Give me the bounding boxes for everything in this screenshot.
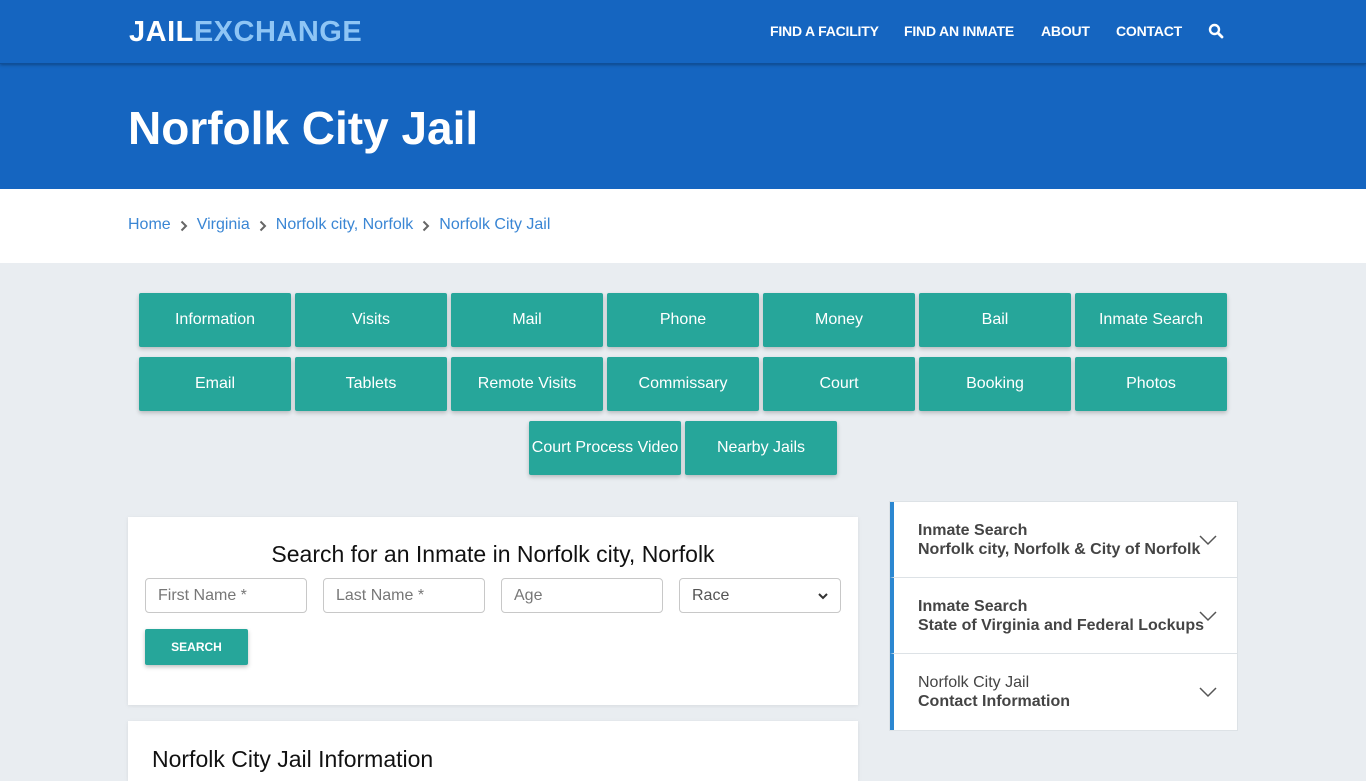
topic-button-court[interactable]: Court [763,357,915,411]
topic-button-visits[interactable]: Visits [295,293,447,347]
race-select[interactable]: Race [679,578,841,613]
topic-button-phone[interactable]: Phone [607,293,759,347]
topic-button-commissary[interactable]: Commissary [607,357,759,411]
search-button[interactable]: SEARCH [145,629,248,665]
topic-button-mail[interactable]: Mail [451,293,603,347]
topic-button-remote-visits[interactable]: Remote Visits [451,357,603,411]
chevron-right-icon [422,218,430,232]
nav-find-a-facility[interactable]: FIND A FACILITY [770,23,879,39]
chevron-down-icon[interactable] [1199,533,1217,546]
accordion-line2: State of Virginia and Federal Lockups [918,617,1204,634]
breadcrumb-home[interactable]: Home [128,216,171,234]
breadcrumb-current[interactable]: Norfolk City Jail [439,216,550,234]
topic-button-information[interactable]: Information [139,293,291,347]
page-title: Norfolk City Jail [128,102,479,154]
sidebar-accordion: Inmate Search Norfolk city, Norfolk & Ci… [889,501,1238,731]
nav-about[interactable]: ABOUT [1041,23,1090,39]
jail-information-title: Norfolk City Jail Information [152,746,434,772]
breadcrumb: Home Virginia Norfolk city, Norfolk Norf… [128,216,550,234]
topic-button-email[interactable]: Email [139,357,291,411]
chevron-right-icon [259,218,267,232]
topic-button-booking[interactable]: Booking [919,357,1071,411]
accordion-line2: Contact Information [918,693,1070,710]
topic-button-money[interactable]: Money [763,293,915,347]
page-hero: Norfolk City Jail [0,64,1366,189]
accordion-item-local-inmate-search[interactable]: Inmate Search Norfolk city, Norfolk & Ci… [890,502,1237,578]
accordion-line1: Inmate Search [918,522,1028,539]
topic-button-inmate-search[interactable]: Inmate Search [1075,293,1227,347]
nav-find-an-inmate[interactable]: FIND AN INMATE [904,23,1014,39]
breadcrumb-norfolk-city[interactable]: Norfolk city, Norfolk [276,216,414,234]
last-name-input[interactable] [323,578,485,613]
search-icon[interactable] [1208,23,1224,39]
chevron-right-icon [180,218,188,232]
breadcrumb-bar: Home Virginia Norfolk city, Norfolk Norf… [0,189,1366,263]
race-select-value: Race [692,586,730,604]
nav-contact[interactable]: CONTACT [1116,23,1182,39]
first-name-input[interactable] [145,578,307,613]
chevron-down-icon[interactable] [1199,685,1217,698]
accordion-line1: Inmate Search [918,598,1028,615]
accordion-line2: Norfolk city, Norfolk & City of Norfolk [918,541,1201,558]
search-form-title: Search for an Inmate in Norfolk city, No… [271,541,715,567]
age-input[interactable] [501,578,663,613]
breadcrumb-virginia[interactable]: Virginia [197,216,250,234]
chevron-down-icon[interactable] [1199,609,1217,622]
accordion-item-contact-information[interactable]: Norfolk City Jail Contact Information [890,654,1237,730]
inmate-search-card: Search for an Inmate in Norfolk city, No… [128,517,858,705]
jail-information-card: Norfolk City Jail Information [128,721,858,781]
topic-button-tablets[interactable]: Tablets [295,357,447,411]
accordion-item-state-inmate-search[interactable]: Inmate Search State of Virginia and Fede… [890,578,1237,654]
top-navbar: JAILEXCHANGE FIND A FACILITY FIND AN INM… [0,0,1366,64]
topic-button-bail[interactable]: Bail [919,293,1071,347]
topic-button-photos[interactable]: Photos [1075,357,1227,411]
topic-button-court-process-video[interactable]: Court Process Video [529,421,681,475]
chevron-down-icon [818,587,828,605]
topic-button-nearby-jails[interactable]: Nearby Jails [685,421,837,475]
accordion-line1: Norfolk City Jail [918,674,1030,691]
